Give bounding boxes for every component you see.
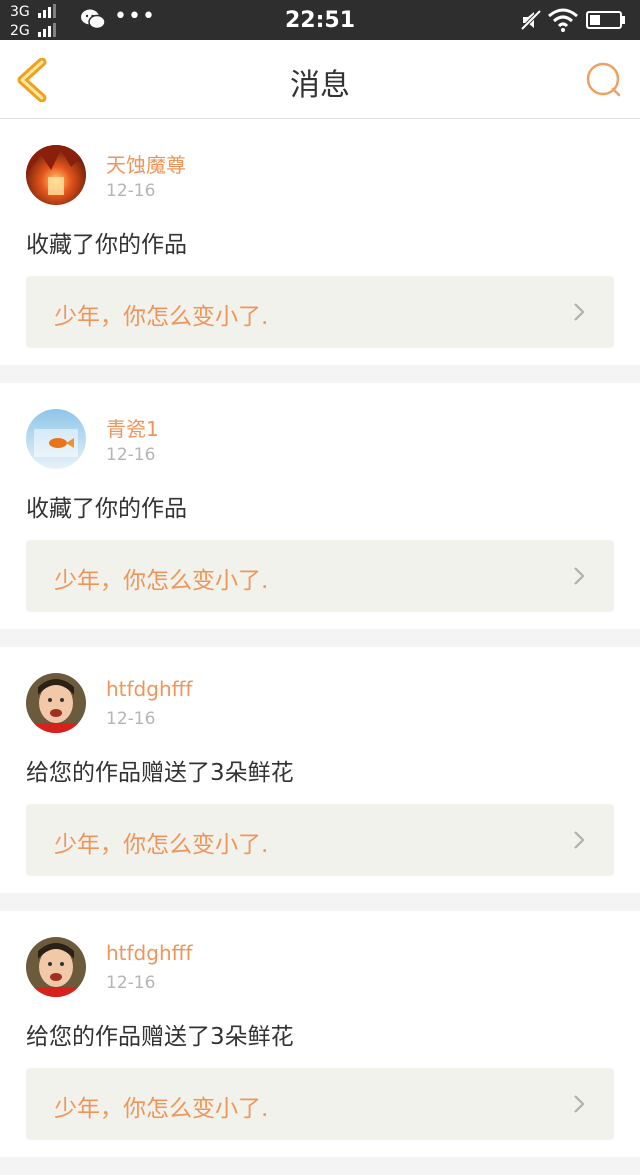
username-link[interactable]: 天蚀魔尊	[106, 149, 186, 178]
message-date: 12-16	[106, 445, 156, 465]
battery-icon	[586, 11, 625, 29]
message-action-text: 收藏了你的作品	[26, 232, 187, 258]
avatar[interactable]	[26, 409, 86, 469]
message-action-text: 收藏了你的作品	[26, 496, 187, 522]
work-link[interactable]: 少年，你怎么变小了.	[26, 804, 614, 876]
search-icon[interactable]	[584, 60, 624, 100]
message-list: 天蚀魔尊 12-16 收藏了你的作品 少年，你怎么变小了. 青瓷1 12-16 …	[0, 119, 640, 1175]
avatar[interactable]	[26, 145, 86, 205]
username-link[interactable]: htfdghfff	[106, 677, 192, 701]
wifi-icon	[548, 8, 578, 32]
message-action-text: 给您的作品赠送了3朵鲜花	[26, 760, 294, 786]
work-link[interactable]: 少年，你怎么变小了.	[26, 1068, 614, 1140]
avatar[interactable]	[26, 937, 86, 997]
work-title: 少年，你怎么变小了.	[54, 832, 269, 858]
username-link[interactable]: htfdghfff	[106, 941, 192, 965]
message-item: 青瓷1 12-16 收藏了你的作品 少年，你怎么变小了.	[0, 383, 640, 629]
avatar[interactable]	[26, 673, 86, 733]
work-title: 少年，你怎么变小了.	[54, 568, 269, 594]
message-action-text: 给您的作品赠送了3朵鲜花	[26, 1024, 294, 1050]
message-item: 天蚀魔尊 12-16 收藏了你的作品 少年，你怎么变小了.	[0, 119, 640, 365]
status-bar: 3G 2G ••• 22:51	[0, 0, 640, 40]
page-title: 消息	[290, 68, 350, 103]
chevron-right-icon	[574, 1095, 585, 1113]
chevron-right-icon	[574, 303, 585, 321]
message-date: 12-16	[106, 181, 156, 201]
work-link[interactable]: 少年，你怎么变小了.	[26, 276, 614, 348]
message-item: htfdghfff 12-16 给您的作品赠送了3朵鲜花 少年，你怎么变小了.	[0, 647, 640, 893]
mute-icon	[520, 9, 542, 31]
work-link[interactable]: 少年，你怎么变小了.	[26, 540, 614, 612]
message-date: 12-16	[106, 709, 156, 729]
username-link[interactable]: 青瓷1	[106, 413, 159, 442]
message-item: htfdghfff 12-16 给您的作品赠送了3朵鲜花 少年，你怎么变小了.	[0, 911, 640, 1157]
message-date: 12-16	[106, 973, 156, 993]
navigation-bar: 消息	[0, 40, 640, 119]
chevron-right-icon	[574, 567, 585, 585]
chevron-right-icon	[574, 831, 585, 849]
work-title: 少年，你怎么变小了.	[54, 1096, 269, 1122]
clock: 22:51	[284, 8, 356, 33]
work-title: 少年，你怎么变小了.	[54, 304, 269, 330]
